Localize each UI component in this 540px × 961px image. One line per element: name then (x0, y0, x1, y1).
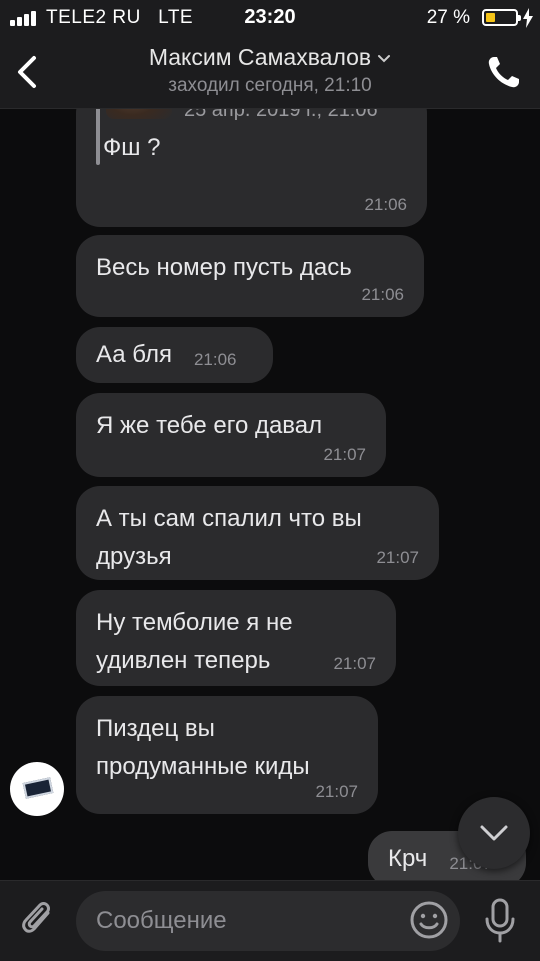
message-text: друзья (96, 543, 172, 570)
avatar[interactable] (10, 762, 64, 816)
attach-button[interactable] (18, 899, 58, 943)
chat-header: Максим Самахвалов заходил сегодня, 21:10 (0, 36, 540, 109)
message-bubble[interactable]: Весь номер пусть дась 21:06 (76, 235, 424, 317)
message-time: 21:07 (323, 445, 366, 464)
call-button[interactable] (484, 52, 524, 92)
message-time: 21:07 (315, 782, 358, 801)
message-text: Я же тебе его давал (96, 412, 323, 439)
chevron-left-icon (18, 56, 36, 88)
message-bubble[interactable]: Пиздец вы продуманные киды 21:07 (76, 696, 378, 814)
back-button[interactable] (10, 50, 46, 94)
smiley-icon (410, 901, 448, 939)
message-time: 21:06 (361, 285, 404, 304)
message-input[interactable]: Сообщение (76, 891, 460, 951)
message-list[interactable]: 25 апр. 2019 г., 21:06 Фш ? 21:06 Весь н… (0, 109, 540, 880)
microphone-icon (485, 898, 515, 943)
paperclip-icon (22, 902, 50, 933)
message-text: Аа бля (96, 341, 172, 368)
message-time: 21:07 (376, 548, 419, 567)
battery-percent: 27 % (426, 7, 470, 28)
message-time: 21:06 (193, 350, 237, 369)
composer-bar: Сообщение (0, 880, 540, 961)
contact-title[interactable]: Максим Самахвалов заходил сегодня, 21:10 (80, 44, 460, 97)
message-text: продуманные киды (96, 753, 310, 780)
message-bubble[interactable]: Я же тебе его давал 21:07 (76, 393, 386, 477)
reply-quote-bar (96, 109, 100, 165)
last-seen: заходил сегодня, 21:10 (168, 75, 372, 96)
message-text: А ты сам спалил что вы (96, 505, 362, 532)
reply-date: 25 апр. 2019 г., 21:06 (184, 109, 378, 121)
emoji-button[interactable] (408, 899, 450, 941)
chevron-down-icon (480, 825, 508, 841)
message-bubble[interactable]: Ну темболие я не удивлен теперь 21:07 (76, 590, 396, 686)
battery-icon (482, 9, 521, 26)
scroll-down-button[interactable] (458, 797, 530, 869)
message-text: Ну темболие я не (96, 609, 293, 636)
message-text: Весь номер пусть дась (96, 254, 352, 281)
charging-bolt-icon (523, 8, 533, 28)
voice-record-button[interactable] (480, 897, 520, 945)
message-text: Пиздец вы (96, 715, 215, 742)
contact-name: Максим Самахвалов (148, 44, 372, 70)
message-bubble[interactable]: 25 апр. 2019 г., 21:06 Фш ? 21:06 (76, 109, 427, 227)
message-text: Фш ? (103, 134, 161, 161)
message-bubble[interactable]: А ты сам спалил что вы друзья 21:07 (76, 486, 439, 580)
message-text: Крч (388, 845, 428, 872)
status-bar: TELE2 RU LTE 23:20 27 % (0, 0, 540, 36)
message-bubble[interactable]: Аа бля 21:06 (76, 327, 273, 383)
message-time: 21:07 (333, 654, 376, 673)
chevron-down-icon (378, 54, 391, 63)
message-time: 21:06 (364, 195, 407, 214)
reply-thumbnail (106, 109, 172, 119)
phone-icon (488, 57, 519, 88)
